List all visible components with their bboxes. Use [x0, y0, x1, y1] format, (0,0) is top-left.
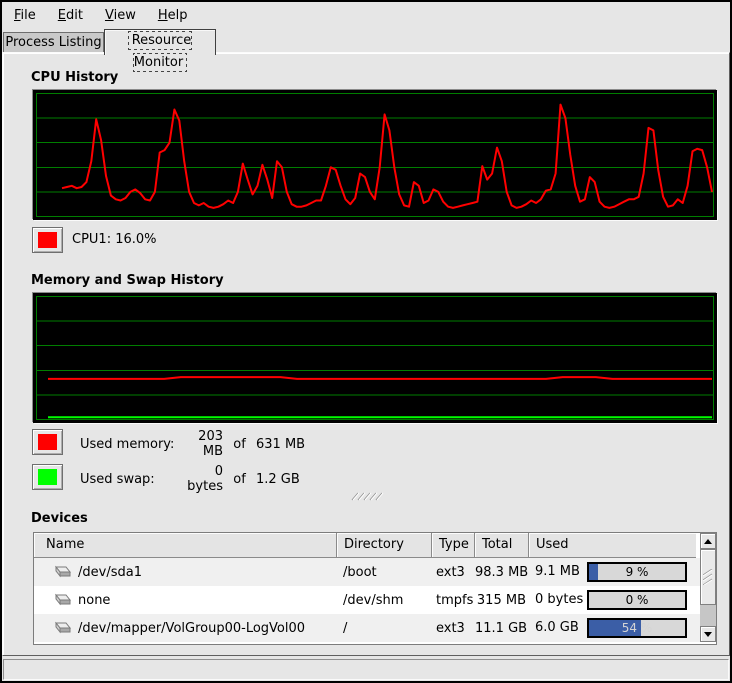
menu-view[interactable]: View — [97, 5, 144, 26]
device-type: ext3 — [432, 621, 475, 636]
memory-history-title: Memory and Swap History — [31, 273, 224, 288]
usage-progress-bar: 0 % — [587, 590, 687, 610]
column-header-used[interactable]: Used — [529, 533, 696, 558]
progress-percent-label: 54 % — [589, 620, 685, 636]
device-total: 315 MB — [475, 593, 529, 608]
device-name: /dev/mapper/VolGroup00-LogVol00 — [78, 621, 305, 636]
device-used: 9.1 MB — [535, 558, 580, 586]
scroll-down-button[interactable] — [700, 626, 716, 642]
usage-progress-bar: 54 % — [587, 618, 687, 638]
column-header-type[interactable]: Type — [432, 533, 475, 558]
memory-color-swatch — [38, 434, 57, 450]
pane-resize-grip-icon[interactable] — [351, 491, 387, 502]
usage-progress-bar: 9 % — [587, 562, 687, 582]
devices-scrollbar — [700, 533, 716, 642]
menu-help-accel: H — [158, 8, 168, 23]
device-used: 0 bytes — [535, 586, 583, 614]
swap-legend-row: Used swap: 0 bytes of 1.2 GB — [80, 464, 300, 490]
cpu-history-title: CPU History — [31, 70, 118, 85]
cpu-history-graph — [33, 90, 717, 220]
menu-view-accel: V — [105, 8, 114, 23]
devices-table: Name Directory Type Total Used /dev/sda1… — [33, 532, 717, 645]
device-total: 98.3 MB — [475, 565, 529, 580]
column-header-directory[interactable]: Directory — [337, 533, 432, 558]
memory-legend-row: Used memory: 203 MB of 631 MB — [80, 429, 305, 455]
devices-table-header: Name Directory Type Total Used — [34, 533, 716, 558]
system-monitor-window: File Edit View Help Process Listing Reso… — [0, 0, 732, 683]
tab-resource-monitor-label: Resource Monitor — [129, 32, 192, 71]
device-row-none[interactable]: none /dev/shm tmpfs 315 MB 0 bytes 0 % — [34, 586, 716, 614]
arrow-down-icon — [704, 632, 712, 637]
thumb-grip-icon — [703, 569, 713, 585]
device-directory: /dev/shm — [337, 593, 432, 608]
memory-usage-line — [48, 377, 712, 379]
progress-percent-label: 9 % — [589, 564, 685, 580]
device-total: 11.1 GB — [475, 621, 529, 636]
device-name: none — [78, 593, 110, 608]
tab-process-listing[interactable]: Process Listing — [3, 32, 104, 54]
menu-view-label: iew — [114, 8, 136, 23]
cpu-color-swatch — [38, 232, 57, 248]
used-memory-label: Used memory: — [80, 437, 177, 452]
device-name: /dev/sda1 — [78, 565, 142, 580]
tab-resource-monitor[interactable]: Resource Monitor — [104, 29, 216, 55]
device-used: 6.0 GB — [535, 614, 579, 642]
menu-help-label: elp — [168, 8, 188, 23]
disk-drive-icon — [53, 565, 72, 579]
menu-edit-accel: E — [58, 8, 66, 23]
scrollbar-trough[interactable] — [700, 605, 716, 626]
cpu-legend-swatch[interactable] — [32, 227, 63, 253]
menu-file[interactable]: File — [6, 5, 44, 26]
status-bar — [3, 659, 729, 680]
tab-bar: Process Listing Resource Monitor — [2, 28, 730, 54]
scrollbar-thumb[interactable] — [700, 549, 716, 605]
device-type: ext3 — [432, 565, 475, 580]
memory-grid-border — [37, 297, 714, 420]
arrow-up-icon — [704, 539, 712, 544]
used-swap-of: of — [223, 472, 256, 487]
used-memory-of: of — [223, 437, 256, 452]
disk-drive-icon — [53, 621, 72, 635]
disk-drive-icon — [53, 593, 72, 607]
device-directory: /boot — [337, 565, 432, 580]
menu-edit-label: dit — [66, 8, 83, 23]
scroll-up-button[interactable] — [700, 533, 716, 549]
menu-file-label: ile — [21, 8, 36, 23]
cpu-usage-line — [62, 105, 712, 208]
memory-history-graph — [33, 293, 717, 423]
total-memory-value: 631 MB — [256, 437, 305, 452]
menu-bar: File Edit View Help — [2, 2, 730, 28]
tab-process-listing-label: Process Listing — [5, 35, 101, 50]
total-swap-value: 1.2 GB — [256, 472, 300, 487]
swap-color-swatch — [38, 469, 57, 485]
column-header-name[interactable]: Name — [34, 533, 337, 558]
cpu-legend-label: CPU1: 16.0% — [72, 227, 157, 253]
device-row-sda1[interactable]: /dev/sda1 /boot ext3 98.3 MB 9.1 MB 9 % — [34, 558, 716, 586]
device-directory: / — [337, 621, 432, 636]
menu-help[interactable]: Help — [150, 5, 196, 26]
used-swap-label: Used swap: — [80, 472, 177, 487]
used-memory-value: 203 MB — [177, 429, 223, 459]
device-type: tmpfs — [432, 593, 475, 608]
device-row-volgroup[interactable]: /dev/mapper/VolGroup00-LogVol00 / ext3 1… — [34, 614, 716, 642]
progress-percent-label: 0 % — [589, 592, 685, 608]
column-header-total[interactable]: Total — [475, 533, 529, 558]
used-swap-value: 0 bytes — [177, 464, 223, 494]
menu-edit[interactable]: Edit — [50, 5, 91, 26]
swap-legend-swatch[interactable] — [32, 464, 63, 490]
memory-legend-swatch[interactable] — [32, 429, 63, 455]
devices-title: Devices — [31, 511, 88, 526]
